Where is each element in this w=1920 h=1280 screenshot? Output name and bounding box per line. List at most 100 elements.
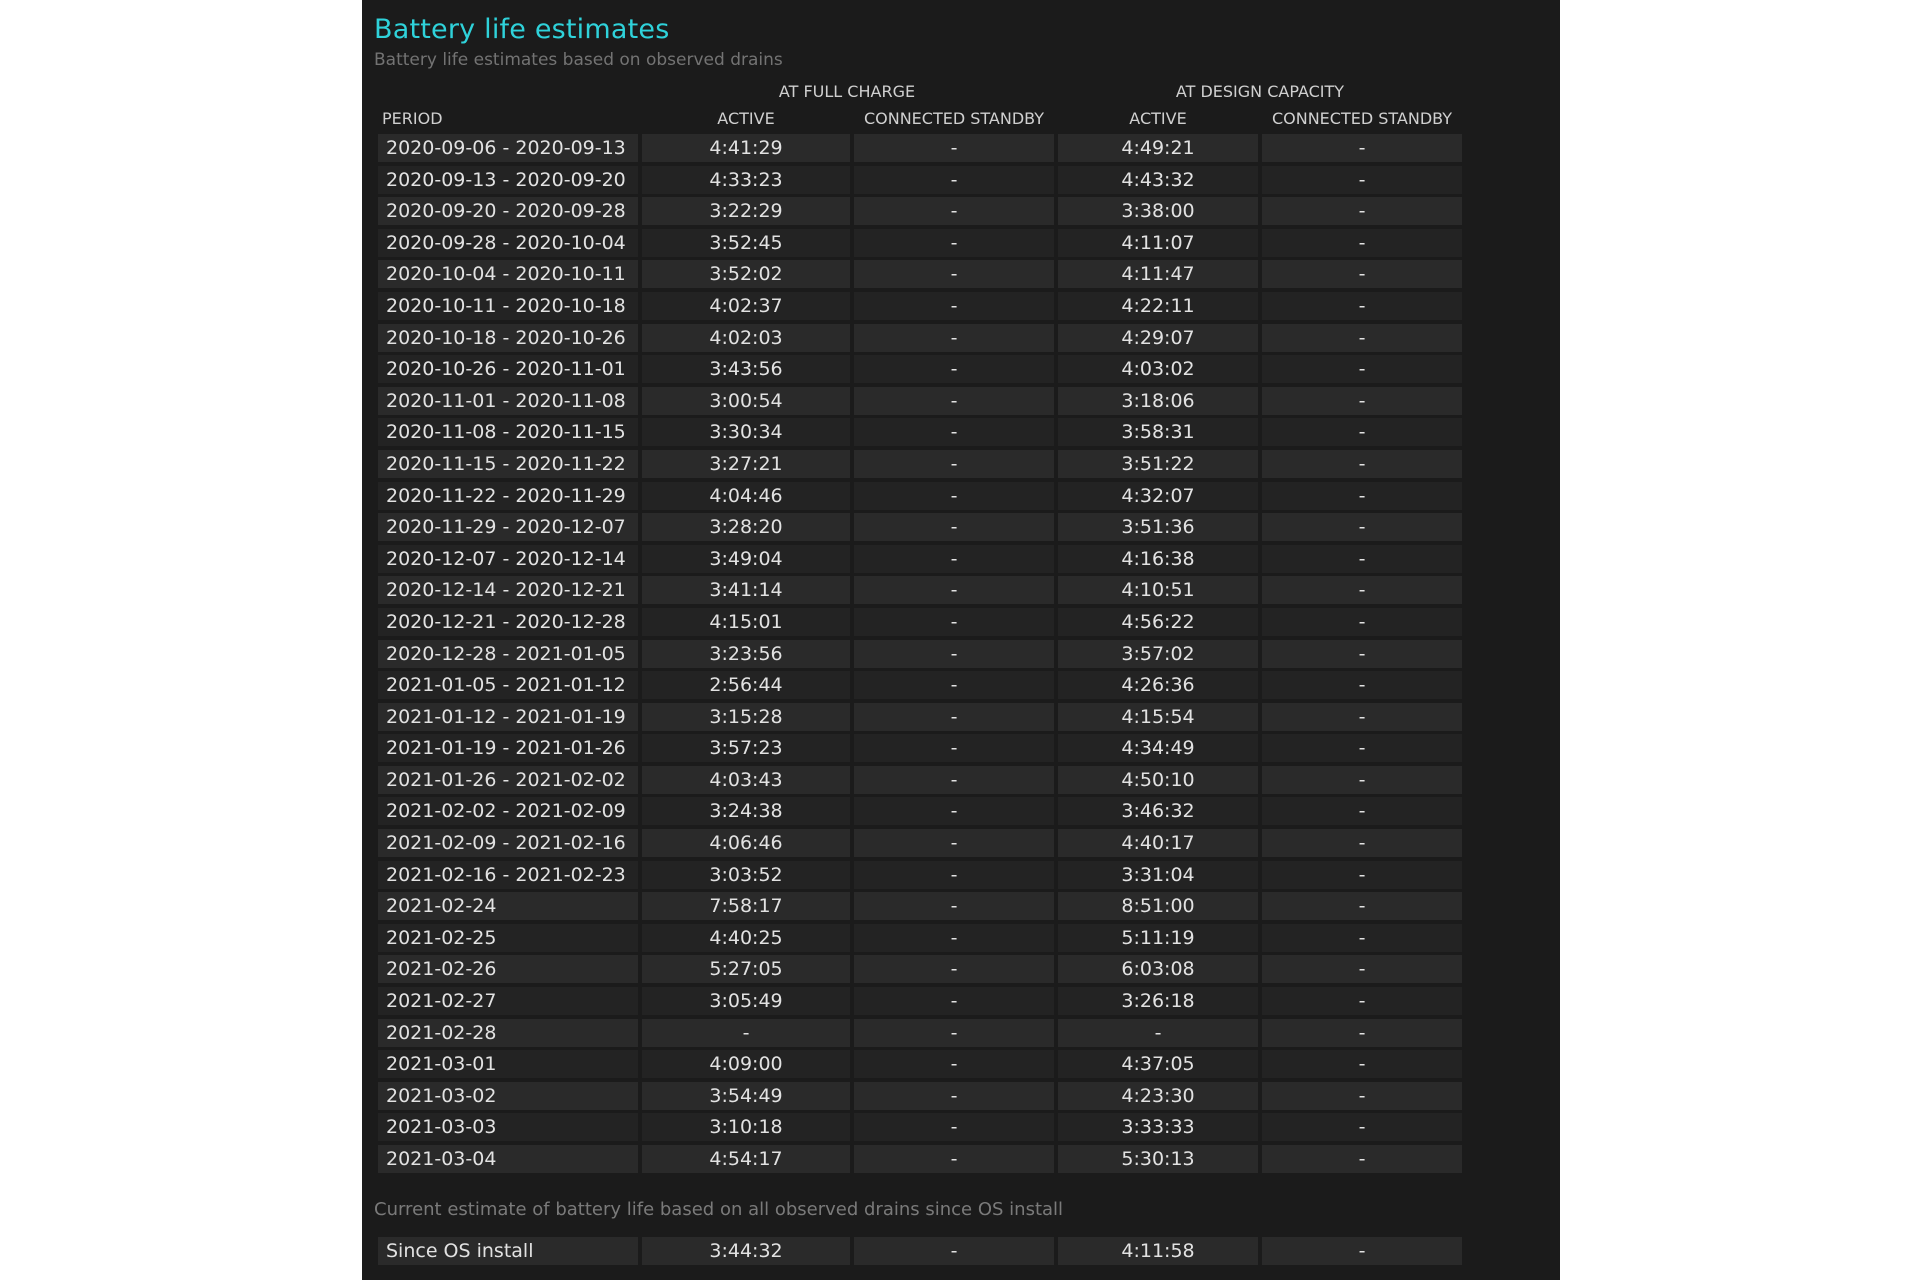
full-active-cell: 4:09:00 (642, 1050, 850, 1079)
table-row: 2020-10-18 - 2020-10-26 4:02:03-4:29:07- (378, 323, 1478, 355)
design-standby-cell: - (1262, 734, 1462, 763)
design-active-cell: 5:11:19 (1058, 923, 1258, 952)
design-standby-cell: - (1262, 987, 1462, 1016)
group-header-design-capacity: AT DESIGN CAPACITY (1175, 82, 1345, 101)
design-active-cell: 4:10:51 (1058, 576, 1258, 605)
design-active-cell: 3:31:04 (1058, 860, 1258, 889)
full-standby-cell: - (854, 323, 1054, 352)
full-active-cell: 4:02:37 (642, 291, 850, 320)
full-active-cell: 3:05:49 (642, 987, 850, 1016)
table-row: 2021-02-09 - 2021-02-16 4:06:46-4:40:17- (378, 828, 1478, 860)
period-cell: 2020-12-07 - 2020-12-14 (378, 544, 638, 573)
full-active-cell: 7:58:17 (642, 892, 850, 921)
design-standby-cell: - (1262, 639, 1462, 668)
full-active-cell: 3:54:49 (642, 1081, 850, 1110)
section-subtitle: Battery life estimates based on observed… (374, 50, 783, 70)
full-active-cell: 3:23:56 (642, 639, 850, 668)
design-standby-cell: - (1262, 513, 1462, 542)
design-standby-cell: - (1262, 607, 1462, 636)
period-cell: 2020-11-01 - 2020-11-08 (378, 386, 638, 415)
period-cell: 2020-09-20 - 2020-09-28 (378, 197, 638, 226)
table-row: 2021-02-26 5:27:05-6:03:08- (378, 954, 1478, 986)
full-active-cell: 4:54:17 (642, 1145, 850, 1173)
design-standby-cell: - (1262, 544, 1462, 573)
summary-period-cell: Since OS install (378, 1237, 638, 1265)
full-active-cell: 3:00:54 (642, 386, 850, 415)
full-standby-cell: - (854, 544, 1054, 573)
period-cell: 2021-03-02 (378, 1081, 638, 1110)
table-row: 2020-09-13 - 2020-09-20 4:33:23-4:43:32- (378, 165, 1478, 197)
period-cell: 2021-01-05 - 2021-01-12 (378, 671, 638, 700)
design-active-cell: 4:16:38 (1058, 544, 1258, 573)
full-active-cell: 3:49:04 (642, 544, 850, 573)
summary-design-standby-cell: - (1262, 1237, 1462, 1265)
period-cell: 2021-01-19 - 2021-01-26 (378, 734, 638, 763)
design-standby-cell: - (1262, 702, 1462, 731)
full-standby-cell: - (854, 291, 1054, 320)
table-row: 2021-03-01 4:09:00-4:37:05- (378, 1049, 1478, 1081)
design-standby-cell: - (1262, 386, 1462, 415)
table-row: 2021-02-02 - 2021-02-09 3:24:38-3:46:32- (378, 796, 1478, 828)
period-cell: 2020-11-15 - 2020-11-22 (378, 449, 638, 478)
period-cell: 2021-02-24 (378, 892, 638, 921)
design-standby-cell: - (1262, 1081, 1462, 1110)
full-standby-cell: - (854, 639, 1054, 668)
design-active-cell: 4:40:17 (1058, 829, 1258, 858)
table-row: 2021-01-26 - 2021-02-02 4:03:43-4:50:10- (378, 765, 1478, 797)
design-active-cell: 4:32:07 (1058, 481, 1258, 510)
period-cell: 2021-02-16 - 2021-02-23 (378, 860, 638, 889)
design-active-cell: 4:11:47 (1058, 260, 1258, 289)
estimates-table-body: 2020-09-06 - 2020-09-13 4:41:29-4:49:21-2… (378, 133, 1478, 1176)
summary-full-standby-cell: - (854, 1237, 1054, 1265)
design-standby-cell: - (1262, 449, 1462, 478)
table-row: 2021-02-16 - 2021-02-23 3:03:52-3:31:04- (378, 860, 1478, 892)
design-standby-cell: - (1262, 765, 1462, 794)
design-standby-cell: - (1262, 576, 1462, 605)
design-standby-cell: - (1262, 481, 1462, 510)
table-row: 2020-10-11 - 2020-10-18 4:02:37-4:22:11- (378, 291, 1478, 323)
full-standby-cell: - (854, 576, 1054, 605)
design-active-cell: 5:30:13 (1058, 1145, 1258, 1173)
table-row: 2021-01-05 - 2021-01-12 2:56:44-4:26:36- (378, 670, 1478, 702)
full-active-cell: 4:02:03 (642, 323, 850, 352)
full-standby-cell: - (854, 1018, 1054, 1047)
period-cell: 2021-03-01 (378, 1050, 638, 1079)
period-cell: 2020-12-14 - 2020-12-21 (378, 576, 638, 605)
design-active-cell: 4:56:22 (1058, 607, 1258, 636)
full-active-cell: 3:03:52 (642, 860, 850, 889)
full-active-cell: 5:27:05 (642, 955, 850, 984)
table-row: 2021-03-04 4:54:17-5:30:13- (378, 1144, 1478, 1176)
period-cell: 2020-10-11 - 2020-10-18 (378, 291, 638, 320)
design-active-cell: 3:51:36 (1058, 513, 1258, 542)
design-active-cell: 3:18:06 (1058, 386, 1258, 415)
design-active-cell: 4:11:07 (1058, 228, 1258, 257)
table-row: 2021-03-03 3:10:18-3:33:33- (378, 1112, 1478, 1144)
period-cell: 2020-10-18 - 2020-10-26 (378, 323, 638, 352)
period-cell: 2020-09-06 - 2020-09-13 (378, 134, 638, 162)
full-active-cell: 3:52:02 (642, 260, 850, 289)
full-standby-cell: - (854, 481, 1054, 510)
full-standby-cell: - (854, 829, 1054, 858)
battery-report-panel: Battery life estimates Battery life esti… (362, 0, 1560, 1280)
full-standby-cell: - (854, 987, 1054, 1016)
full-active-cell: 3:10:18 (642, 1113, 850, 1142)
column-header-full-active: ACTIVE (717, 109, 775, 128)
full-standby-cell: - (854, 228, 1054, 257)
period-cell: 2021-02-25 (378, 923, 638, 952)
period-cell: 2020-09-13 - 2020-09-20 (378, 165, 638, 194)
period-cell: 2020-09-28 - 2020-10-04 (378, 228, 638, 257)
table-row: 2020-10-04 - 2020-10-11 3:52:02-4:11:47- (378, 259, 1478, 291)
design-active-cell: 4:15:54 (1058, 702, 1258, 731)
period-cell: 2021-02-26 (378, 955, 638, 984)
full-standby-cell: - (854, 955, 1054, 984)
design-standby-cell: - (1262, 860, 1462, 889)
design-active-cell: 4:49:21 (1058, 134, 1258, 162)
full-standby-cell: - (854, 386, 1054, 415)
design-standby-cell: - (1262, 955, 1462, 984)
period-cell: 2021-03-03 (378, 1113, 638, 1142)
design-standby-cell: - (1262, 671, 1462, 700)
table-row: 2020-09-06 - 2020-09-13 4:41:29-4:49:21- (378, 133, 1478, 165)
design-active-cell: 4:43:32 (1058, 165, 1258, 194)
design-active-cell: 3:58:31 (1058, 418, 1258, 447)
full-standby-cell: - (854, 197, 1054, 226)
